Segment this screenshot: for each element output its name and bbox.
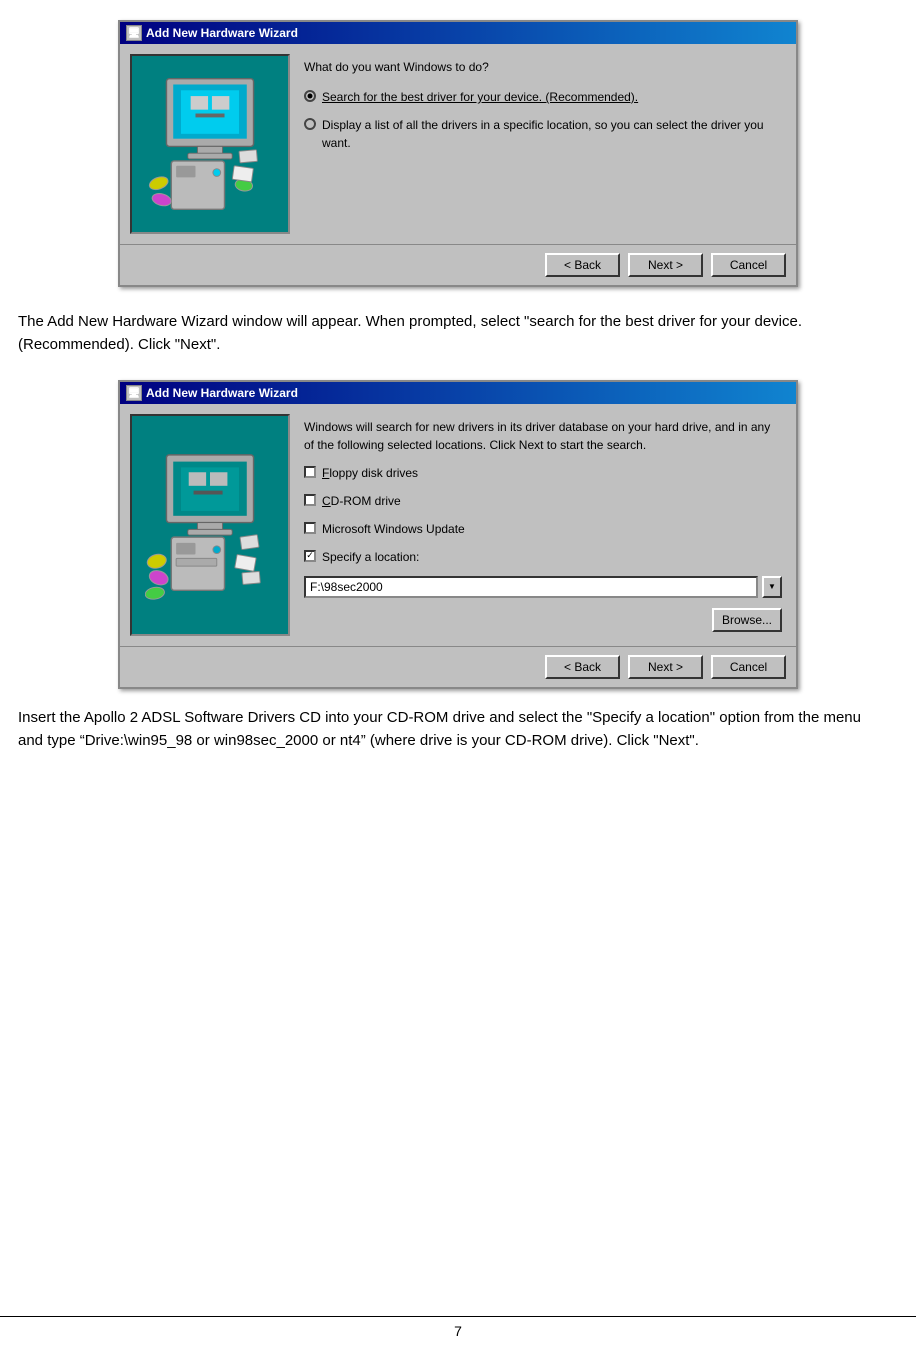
dialog1-next-button[interactable]: Next >: [628, 253, 703, 277]
dialog2-title-area: 🖥 Add New Hardware Wizard: [126, 385, 298, 401]
browse-button[interactable]: Browse...: [712, 608, 782, 632]
description-text-2: Insert the Apollo 2 ADSL Software Driver…: [18, 707, 878, 752]
dialog2-description: Windows will search for new drivers in i…: [304, 418, 782, 454]
dialog1-radio2[interactable]: [304, 118, 316, 130]
dialog1-radio1[interactable]: [304, 90, 316, 102]
dialog1-radio2-option: Display a list of all the drivers in a s…: [304, 116, 782, 152]
dialog1-title-icon: 🖥: [126, 25, 142, 41]
dialog2-next-button[interactable]: Next >: [628, 655, 703, 679]
dialog1-radio2-label: Display a list of all the drivers in a s…: [322, 116, 782, 152]
dialog2-chk3-label: Microsoft Windows Update: [322, 520, 465, 538]
dialog2-location-row: ▼: [304, 576, 782, 598]
dialog2-chk4[interactable]: [304, 550, 316, 562]
dialog2-chk3-option: Microsoft Windows Update: [304, 520, 782, 538]
dialog1-titlebar: 🖥 Add New Hardware Wizard: [120, 22, 796, 44]
dialog1-cancel-button[interactable]: Cancel: [711, 253, 786, 277]
computer-illustration-1: [145, 69, 275, 219]
dialog1-question: What do you want Windows to do?: [304, 58, 782, 76]
dialog1: 🖥 Add New Hardware Wizard: [118, 20, 798, 287]
dialog2-image: [130, 414, 290, 636]
dialog2-buttons: < Back Next > Cancel: [120, 646, 796, 687]
dialog1-radio1-option: Search for the best driver for your devi…: [304, 88, 782, 106]
description-text-1: The Add New Hardware Wizard window will …: [18, 311, 878, 356]
dialog2-chk2[interactable]: [304, 494, 316, 506]
dialog2-content: Windows will search for new drivers in i…: [120, 404, 796, 646]
page-number: 7: [454, 1323, 462, 1339]
dialog2-title-text: Add New Hardware Wizard: [146, 386, 298, 400]
dialog2-text-area: Windows will search for new drivers in i…: [300, 414, 786, 636]
dialog1-radio1-label: Search for the best driver for your devi…: [322, 88, 638, 106]
dialog2-chk2-option: CD-ROM drive: [304, 492, 782, 510]
dialog2-titlebar: 🖥 Add New Hardware Wizard: [120, 382, 796, 404]
dialog2-chk4-label: Specify a location:: [322, 548, 419, 566]
dialog2-chk2-label: CD-ROM drive: [322, 492, 401, 510]
dialog1-content: What do you want Windows to do? Search f…: [120, 44, 796, 244]
dialog2-location-input[interactable]: [304, 576, 758, 598]
dialog2-cancel-button[interactable]: Cancel: [711, 655, 786, 679]
dialog2-chk3[interactable]: [304, 522, 316, 534]
dialog2-back-button[interactable]: < Back: [545, 655, 620, 679]
dialog1-title-text: Add New Hardware Wizard: [146, 26, 298, 40]
dialog1-text-area: What do you want Windows to do? Search f…: [300, 54, 786, 234]
dropdown-arrow-icon[interactable]: ▼: [762, 576, 782, 598]
dialog2-chk1[interactable]: [304, 466, 316, 478]
dialog1-image: [130, 54, 290, 234]
page-footer: 7: [0, 1316, 916, 1339]
dialog2-chk4-option: Specify a location:: [304, 548, 782, 566]
dialog2-chk1-option: Floppy disk drives: [304, 464, 782, 482]
dialog2: 🖥 Add New Hardware Wizard: [118, 380, 798, 689]
dialog2-chk1-label: Floppy disk drives: [322, 464, 418, 482]
dialog1-title-area: 🖥 Add New Hardware Wizard: [126, 25, 298, 41]
dialog1-back-button[interactable]: < Back: [545, 253, 620, 277]
dialog2-title-icon: 🖥: [126, 385, 142, 401]
dialog1-buttons: < Back Next > Cancel: [120, 244, 796, 285]
computer-illustration-2: [145, 450, 275, 600]
